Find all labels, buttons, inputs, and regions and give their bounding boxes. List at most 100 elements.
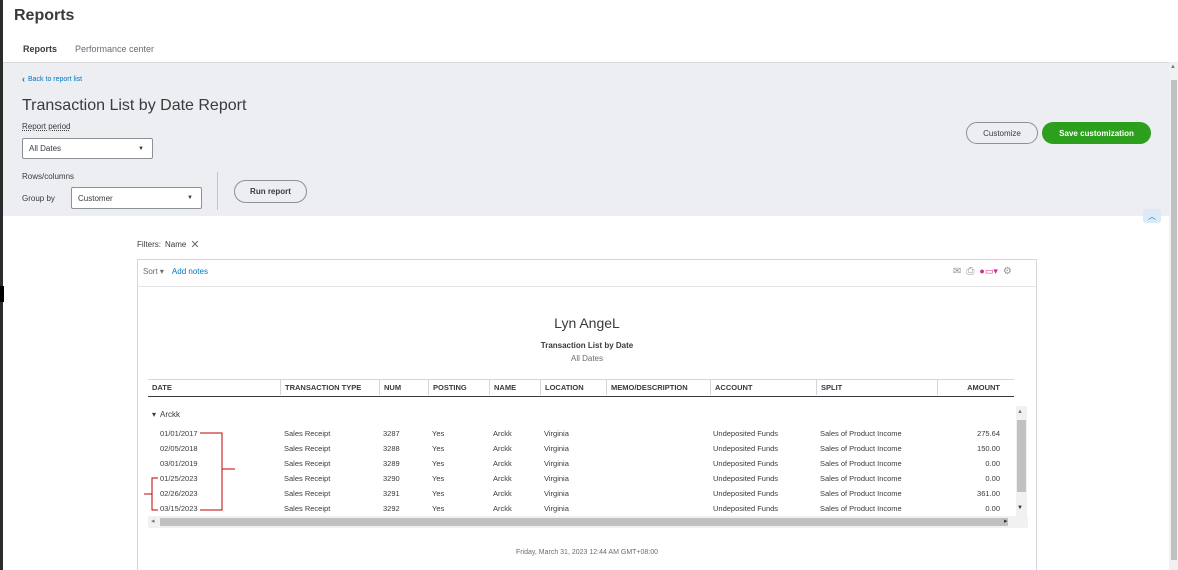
export-icon[interactable]: ●▭▾	[979, 266, 997, 277]
rows-columns-label: Rows/columns	[22, 172, 75, 181]
cell-num: 3292	[383, 504, 400, 513]
table-header-top-rule	[148, 379, 1014, 380]
column-divider	[379, 380, 380, 395]
cell-location: Virginia	[544, 444, 569, 453]
group-by-value: Customer	[78, 193, 113, 203]
group-row-arckk[interactable]: ▾ Arckk	[152, 410, 180, 419]
cell-location: Virginia	[544, 489, 569, 498]
cell-transaction-type[interactable]: Sales Receipt	[284, 474, 330, 483]
scroll-up-arrow-icon[interactable]: ▲	[1017, 409, 1023, 415]
report-heading: Transaction List by Date	[540, 341, 634, 350]
cell-name: Arckk	[493, 459, 512, 468]
column-header-location[interactable]: LOCATION	[545, 383, 584, 392]
cell-location: Virginia	[544, 459, 569, 468]
email-icon[interactable]: ✉	[953, 266, 961, 277]
scroll-right-arrow-icon[interactable]: ▸	[1004, 517, 1008, 525]
cell-location: Virginia	[544, 429, 569, 438]
column-header-transaction-type[interactable]: TRANSACTION TYPE	[285, 383, 361, 392]
cell-transaction-type[interactable]: Sales Receipt	[284, 489, 330, 498]
sort-dropdown[interactable]: Sort ▾	[143, 267, 164, 276]
scroll-up-arrow-icon[interactable]: ▲	[1170, 64, 1176, 70]
cell-amount[interactable]: 0.00	[942, 504, 1000, 513]
page-title: Reports	[14, 7, 75, 24]
bracket-left	[151, 477, 158, 511]
run-report-button[interactable]: Run report	[234, 180, 307, 203]
cell-transaction-type[interactable]: Sales Receipt	[284, 504, 330, 513]
filters-label: Filters:	[137, 240, 161, 249]
column-header-split[interactable]: SPLIT	[821, 383, 842, 392]
cell-account: Undeposited Funds	[713, 444, 779, 453]
cell-amount[interactable]: 275.64	[942, 429, 1000, 438]
page-scrollbar-thumb[interactable]	[1171, 80, 1177, 560]
table-vertical-scrollbar-thumb[interactable]	[1017, 420, 1026, 492]
cell-split: Sales of Product Income	[820, 474, 902, 483]
column-divider	[540, 380, 541, 395]
company-name: Lyn AngeL	[554, 315, 620, 331]
column-divider	[816, 380, 817, 395]
report-footer-timestamp: Friday, March 31, 2023 12:44 AM GMT+08:0…	[515, 549, 659, 556]
column-header-posting[interactable]: POSTING	[433, 383, 467, 392]
chevron-up-icon: ︿	[1148, 211, 1156, 221]
filters-bar: Filters: Name ✕	[137, 238, 200, 251]
cell-name: Arckk	[493, 444, 512, 453]
cell-transaction-type[interactable]: Sales Receipt	[284, 444, 330, 453]
column-header-account[interactable]: ACCOUNT	[715, 383, 753, 392]
cell-amount[interactable]: 0.00	[942, 459, 1000, 468]
cell-account: Undeposited Funds	[713, 474, 779, 483]
cell-split: Sales of Product Income	[820, 504, 902, 513]
toolbar-divider	[138, 286, 1036, 287]
scroll-down-arrow-icon[interactable]: ▼	[1017, 505, 1023, 511]
group-by-label: Group by	[22, 194, 55, 203]
cell-name: Arckk	[493, 489, 512, 498]
gear-icon[interactable]: ⚙	[1003, 266, 1012, 277]
cell-amount[interactable]: 150.00	[942, 444, 1000, 453]
bracket-right	[200, 432, 223, 511]
cell-amount[interactable]: 361.00	[942, 489, 1000, 498]
cell-account: Undeposited Funds	[713, 489, 779, 498]
column-header-amount[interactable]: AMOUNT	[942, 383, 1000, 392]
print-icon[interactable]: ⎙	[966, 266, 974, 277]
report-period-select[interactable]: All Dates ▼	[22, 138, 153, 159]
cell-transaction-type[interactable]: Sales Receipt	[284, 429, 330, 438]
scroll-left-arrow-icon[interactable]: ◂	[151, 517, 155, 525]
window-edge-marker	[0, 286, 4, 302]
chevron-left-icon: ‹	[22, 74, 25, 84]
cell-posting: Yes	[432, 474, 445, 483]
remove-filter-icon[interactable]: ✕	[190, 238, 199, 251]
caret-down-icon: ▼	[187, 195, 193, 201]
column-header-date[interactable]: DATE	[152, 383, 172, 392]
column-divider	[428, 380, 429, 395]
filter-chip-name: Name	[165, 240, 187, 249]
expand-group-icon[interactable]: ▾	[152, 410, 156, 419]
column-header-memo-description[interactable]: MEMO/DESCRIPTION	[611, 383, 688, 392]
cell-split: Sales of Product Income	[820, 459, 902, 468]
cell-amount[interactable]: 0.00	[942, 474, 1000, 483]
collapse-header-button[interactable]: ︿	[1143, 209, 1161, 223]
save-customization-button[interactable]: Save customization	[1042, 122, 1151, 144]
cell-posting: Yes	[432, 459, 445, 468]
cell-num: 3289	[383, 459, 400, 468]
back-link-label: Back to report list	[28, 76, 83, 83]
back-to-report-list-link[interactable]: ‹ Back to report list	[22, 75, 82, 84]
column-divider	[606, 380, 607, 395]
cell-account: Undeposited Funds	[713, 429, 779, 438]
group-name: Arckk	[160, 410, 181, 419]
customize-button[interactable]: Customize	[966, 122, 1038, 144]
cell-num: 3288	[383, 444, 400, 453]
cell-posting: Yes	[432, 444, 445, 453]
cell-posting: Yes	[432, 489, 445, 498]
report-period-label: Report period	[22, 122, 71, 131]
table-horizontal-scrollbar-thumb[interactable]	[160, 518, 1008, 526]
column-divider	[937, 380, 938, 395]
add-notes-link[interactable]: Add notes	[172, 267, 208, 276]
caret-down-icon: ▼	[138, 145, 144, 152]
column-header-num[interactable]: NUM	[384, 383, 401, 392]
cell-split: Sales of Product Income	[820, 429, 902, 438]
cell-account: Undeposited Funds	[713, 504, 779, 513]
cell-posting: Yes	[432, 504, 445, 513]
cell-split: Sales of Product Income	[820, 444, 902, 453]
column-header-name[interactable]: NAME	[494, 383, 516, 392]
group-by-select[interactable]: Customer ▼	[71, 187, 202, 209]
report-title: Transaction List by Date Report	[22, 97, 247, 114]
cell-transaction-type[interactable]: Sales Receipt	[284, 459, 330, 468]
